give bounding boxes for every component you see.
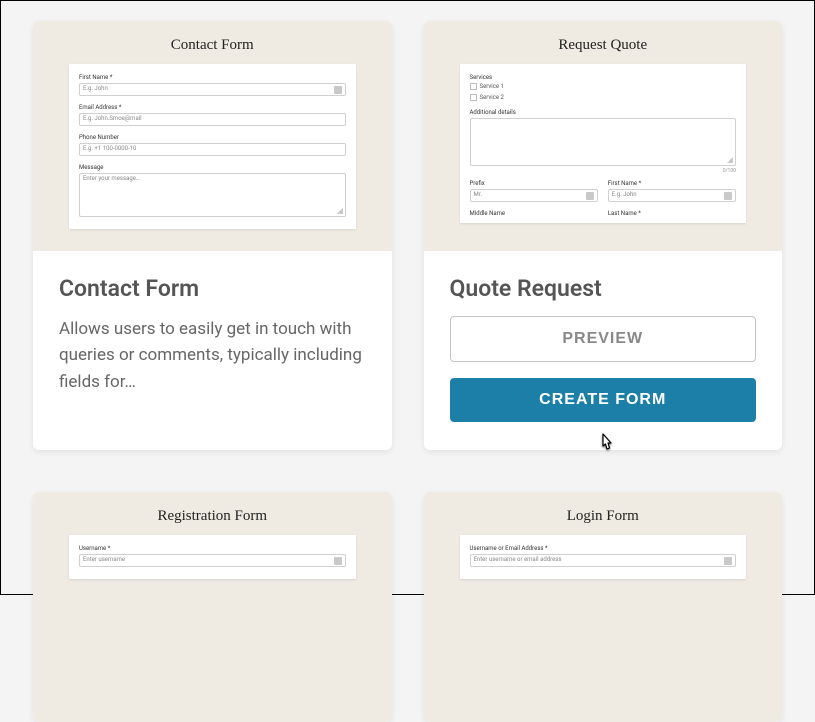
card-title: Quote Request (450, 275, 757, 302)
mock-checkbox-label: Service 2 (480, 94, 504, 101)
card-title: Contact Form (59, 275, 366, 302)
thumbnail-title: Registration Form (69, 508, 356, 525)
mock-form: First Name * E.g. John Email Address * E… (69, 64, 356, 229)
mock-input: Enter username (79, 554, 346, 567)
template-card-contact: Contact Form First Name * E.g. John Emai… (33, 21, 392, 450)
mock-form: Services Service 1 Service 2 Additional … (460, 64, 747, 223)
thumbnail-quote: Request Quote Services Service 1 Service… (424, 21, 783, 251)
mock-label: Services (470, 74, 737, 81)
card-body: Quote Request PREVIEW CREATE FORM (424, 251, 783, 450)
thumbnail-registration: Registration Form Username * Enter usern… (33, 492, 392, 722)
mock-input: E.g. +1 100-0000-10 (79, 143, 346, 156)
card-actions: PREVIEW CREATE FORM (450, 316, 757, 422)
mock-checkbox-row: Service 2 (470, 94, 737, 101)
mock-select: Mr. (470, 189, 598, 202)
mock-checkbox-label: Service 1 (480, 83, 504, 90)
thumbnail-login: Login Form Username or Email Address * E… (424, 492, 783, 722)
template-grid: Contact Form First Name * E.g. John Emai… (1, 11, 814, 450)
mock-label: First Name * (608, 180, 736, 187)
mock-char-count: 0/100 (470, 168, 737, 174)
mock-label: Middle Name (470, 210, 598, 217)
preview-button[interactable]: PREVIEW (450, 316, 757, 362)
template-grid-2: Registration Form Username * Enter usern… (1, 482, 814, 722)
mock-checkbox-row: Service 1 (470, 83, 737, 90)
mock-label: Email Address * (79, 104, 346, 111)
checkbox-icon (470, 83, 477, 90)
mock-textarea (470, 118, 737, 166)
mock-input: E.g. John (608, 189, 736, 202)
mock-label: First Name * (79, 74, 346, 81)
thumbnail-contact: Contact Form First Name * E.g. John Emai… (33, 21, 392, 251)
mock-textarea: Enter your message… (79, 173, 346, 217)
thumbnail-title: Login Form (460, 508, 747, 525)
mock-input: E.g. John (79, 83, 346, 96)
template-card-quote: Request Quote Services Service 1 Service… (424, 21, 783, 450)
template-card-registration: Registration Form Username * Enter usern… (33, 492, 392, 722)
mock-label: Prefix (470, 180, 598, 187)
mock-label: Additional details (470, 109, 737, 116)
mock-label: Last Name * (608, 210, 736, 217)
create-form-button[interactable]: CREATE FORM (450, 378, 757, 422)
checkbox-icon (470, 94, 477, 101)
mock-label: Username or Email Address * (470, 545, 737, 552)
mock-label: Message (79, 164, 346, 171)
mock-input: E.g. John.Smoe@mail (79, 113, 346, 126)
mock-form: Username * Enter username (69, 535, 356, 579)
thumbnail-title: Contact Form (69, 37, 356, 54)
card-body: Contact Form Allows users to easily get … (33, 251, 392, 423)
card-description: Allows users to easily get in touch with… (59, 316, 366, 395)
template-card-login: Login Form Username or Email Address * E… (424, 492, 783, 722)
mock-input: Enter username or email address (470, 554, 737, 567)
mock-form: Username or Email Address * Enter userna… (460, 535, 747, 579)
mock-label: Username * (79, 545, 346, 552)
thumbnail-title: Request Quote (460, 37, 747, 54)
mock-label: Phone Number (79, 134, 346, 141)
